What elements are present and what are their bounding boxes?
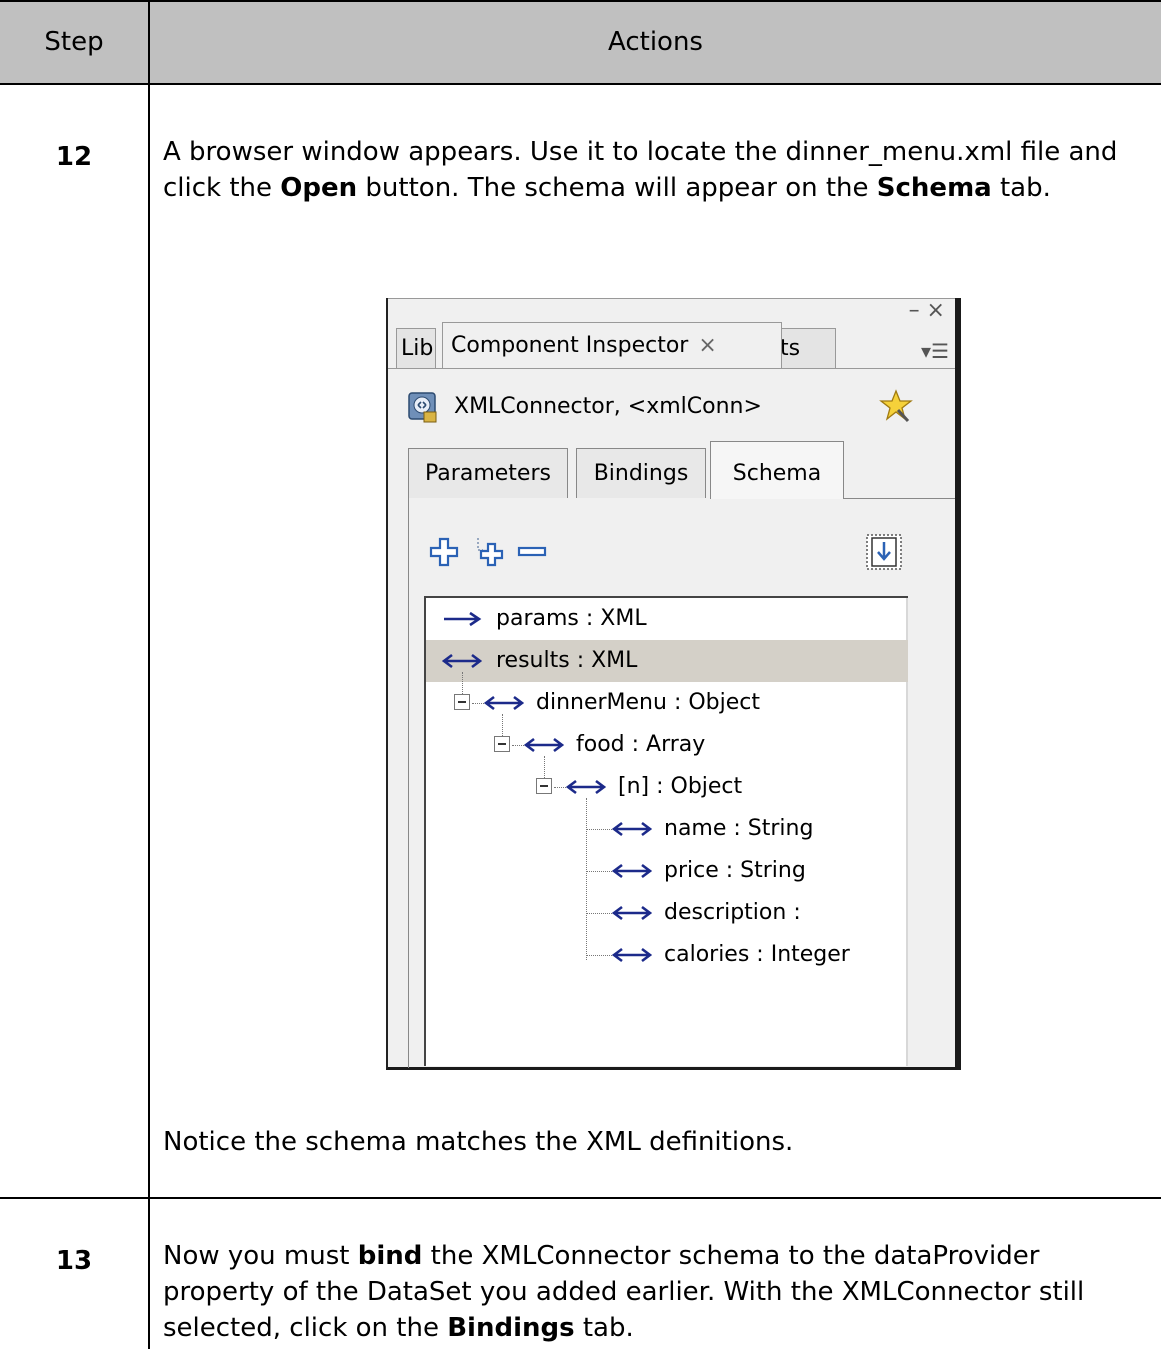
tab-component-inspector-label: Component Inspector [451,333,689,358]
row-divider [0,1197,1161,1199]
text-segment: tab. [574,1313,634,1343]
bidirectional-arrow-icon [612,821,652,837]
tree-row-price[interactable]: price : String [426,850,908,892]
tree-row-params[interactable]: params : XML [426,598,908,640]
bidirectional-arrow-icon [566,779,606,795]
tab-library[interactable]: Lib [396,328,436,368]
panel-menu-icon[interactable]: ▾☰ [905,336,949,366]
step-12-note: Notice the schema matches the XML defini… [163,1127,794,1157]
table-header: Step Actions [0,0,1161,85]
window-controls[interactable]: – × [909,298,945,323]
add-child-field-icon[interactable] [474,536,506,568]
tab-component-inspector[interactable]: Component Inspector × [442,322,782,368]
header-step: Step [44,27,104,57]
tree-row-results[interactable]: results : XML [426,640,908,682]
bold-term: Open [280,173,358,203]
tree-row-dinnermenu[interactable]: dinnerMenu : Object [426,682,908,724]
tab-other[interactable]: ts [776,328,836,368]
bidirectional-arrow-icon [524,737,564,753]
star-icon[interactable] [878,388,914,424]
import-schema-icon[interactable] [864,532,904,572]
tree-row-food[interactable]: food : Array [426,724,908,766]
tree-row-n-object[interactable]: [n] : Object [426,766,908,808]
step-number-13: 13 [55,1246,93,1276]
step-12-text: A browser window appears. Use it to loca… [163,134,1153,206]
subtab-bindings[interactable]: Bindings [576,448,706,498]
bold-term: Bindings [447,1313,575,1343]
step-number-12: 12 [55,142,93,172]
in-arrow-icon [444,611,482,627]
add-field-icon[interactable] [428,536,460,568]
collapse-icon[interactable] [454,694,470,710]
subtab-parameters[interactable]: Parameters [408,448,568,498]
text-segment: tab. [991,173,1051,203]
step-13-text: Now you must bind the XMLConnector schem… [163,1238,1153,1346]
collapse-icon[interactable] [494,736,510,752]
bidirectional-arrow-icon [442,653,482,669]
column-divider [148,0,150,1349]
collapse-icon[interactable] [536,778,552,794]
schema-tree[interactable]: params : XML results : XML dinnerMenu : … [424,596,908,1066]
bold-term: Schema [876,173,992,203]
text-segment: Now you must [163,1241,358,1271]
text-segment: button. The schema will appear on the [357,173,877,203]
bidirectional-arrow-icon [484,695,524,711]
subtab-schema[interactable]: Schema [710,441,844,499]
bidirectional-arrow-icon [612,905,652,921]
header-actions: Actions [608,27,703,57]
component-inspector-screenshot: – × Lib ts Component Inspector × ▾☰ XMLCo… [386,298,961,1070]
component-name: XMLConnector, <xmlConn> [454,394,762,419]
bold-term: bind [357,1241,423,1271]
tree-row-calories[interactable]: calories : Integer [426,934,908,976]
tree-row-description[interactable]: description : [426,892,908,934]
remove-field-icon[interactable] [516,536,548,568]
bidirectional-arrow-icon [612,863,652,879]
close-tab-icon[interactable]: × [698,333,716,358]
tree-row-name[interactable]: name : String [426,808,908,850]
xml-connector-icon [408,392,437,423]
bidirectional-arrow-icon [612,947,652,963]
